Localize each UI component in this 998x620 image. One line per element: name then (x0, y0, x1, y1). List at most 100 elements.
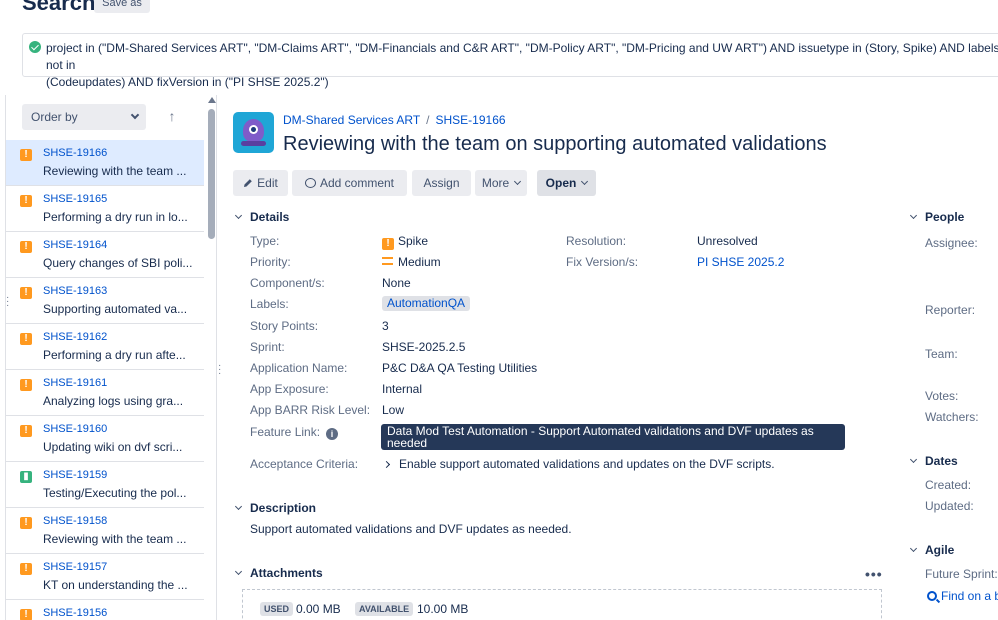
panel-resize-handle-icon[interactable]: · · · (218, 361, 222, 379)
issue-key-link[interactable]: SHSE-19156 (43, 607, 107, 619)
description-section-toggle[interactable]: Description (234, 501, 316, 515)
assignee-label: Assignee: (925, 236, 978, 250)
type-label: Type: (250, 234, 280, 248)
list-item[interactable]: ▮ SHSE-19159 Testing/Executing the pol..… (6, 462, 204, 508)
issue-key-link[interactable]: SHSE-19159 (43, 469, 107, 481)
list-item[interactable]: ! SHSE-19165 Performing a dry run in lo.… (6, 186, 204, 232)
feature-link-label: Feature Link: i (250, 425, 339, 440)
info-icon[interactable]: i (326, 428, 339, 440)
issue-list: ! SHSE-19166 Reviewing with the team ...… (6, 140, 204, 620)
created-label: Created: (925, 478, 972, 492)
list-item[interactable]: ! SHSE-19163 Supporting automated va... (6, 278, 204, 324)
priority-label: Priority: (250, 255, 291, 269)
pencil-icon (244, 179, 252, 187)
issue-key-link[interactable]: SHSE-19162 (43, 331, 107, 343)
priority-medium-icon (382, 257, 393, 265)
find-on-board-link[interactable]: Find on a b (927, 589, 998, 603)
issue-key-link[interactable]: SHSE-19164 (43, 239, 107, 251)
app-exposure-value: Internal (382, 382, 423, 396)
barr-risk-label: App BARR Risk Level: (250, 403, 371, 417)
issue-summary: Testing/Executing the pol... (43, 486, 187, 500)
order-by-label: Order by (31, 110, 78, 124)
sprint-label: Sprint: (250, 340, 285, 354)
breadcrumb-issue-key-link[interactable]: SHSE-19166 (436, 113, 506, 127)
issue-summary: Performing a dry run in lo... (43, 210, 188, 224)
chevron-down-icon (234, 567, 243, 576)
used-value: 0.00 MB (296, 602, 341, 616)
more-options-icon[interactable]: ••• (865, 566, 883, 582)
jql-query-box[interactable]: project in ("DM-Shared Services ART", "D… (22, 33, 998, 89)
order-by-dropdown[interactable]: Order by (22, 104, 146, 130)
list-item[interactable]: ! SHSE-19164 Query changes of SBI poli..… (6, 232, 204, 278)
list-item[interactable]: ! SHSE-19162 Performing a dry run afte..… (6, 324, 204, 370)
page-title: Search (22, 0, 96, 15)
description-text[interactable]: Support automated validations and DVF up… (250, 522, 572, 536)
status-open-button[interactable]: Open (537, 170, 596, 196)
list-item[interactable]: ! SHSE-19160 Updating wiki on dvf scri..… (6, 416, 204, 462)
search-icon (927, 591, 937, 601)
fix-version-link[interactable]: PI SHSE 2025.2 (697, 255, 784, 269)
spike-icon: ! (20, 333, 32, 345)
updated-label: Updated: (925, 499, 974, 513)
issue-summary: KT on understanding the ... (43, 578, 188, 592)
spike-icon: ! (20, 149, 32, 161)
spike-icon: ! (20, 287, 32, 299)
sprint-value: SHSE-2025.2.5 (382, 340, 466, 354)
people-section-toggle[interactable]: People (909, 210, 964, 224)
dates-section-toggle[interactable]: Dates (909, 454, 958, 468)
chevron-right-icon[interactable] (382, 460, 391, 469)
issue-key-link[interactable]: SHSE-19165 (43, 193, 107, 205)
project-avatar[interactable] (233, 112, 274, 153)
issue-key-link[interactable]: SHSE-19161 (43, 377, 107, 389)
barr-risk-value: Low (382, 403, 405, 417)
chevron-down-icon (514, 177, 522, 186)
spike-icon: ! (20, 425, 32, 437)
more-menu-button[interactable]: More (475, 170, 527, 196)
attachments-section-toggle[interactable]: Attachments (234, 566, 323, 580)
spike-icon: ! (20, 379, 32, 391)
issue-key-link[interactable]: SHSE-19163 (43, 285, 107, 297)
issue-summary: Query changes of SBI poli... (43, 256, 193, 270)
panel-resize-handle-icon[interactable]: · · · (6, 293, 10, 311)
breadcrumb-project-link[interactable]: DM-Shared Services ART (283, 113, 420, 127)
future-sprint-label: Future Sprint: (925, 567, 998, 581)
list-item[interactable]: ! SHSE-19161 Analyzing logs using gra... (6, 370, 204, 416)
watchers-label: Watchers: (925, 410, 979, 424)
available-value: 10.00 MB (417, 602, 469, 616)
chevron-down-icon (909, 544, 918, 553)
edit-button[interactable]: Edit (233, 170, 288, 196)
jql-query-text[interactable]: project in ("DM-Shared Services ART", "D… (46, 40, 998, 91)
save-as-button[interactable]: Save as (94, 0, 150, 13)
list-item[interactable]: ! SHSE-19166 Reviewing with the team ... (6, 140, 204, 186)
list-item[interactable]: ! SHSE-19157 KT on understanding the ... (6, 554, 204, 600)
scroll-thumb[interactable] (208, 109, 215, 239)
issue-key-link[interactable]: SHSE-19166 (43, 147, 107, 159)
available-badge: AVAILABLE (355, 602, 414, 616)
issue-key-link[interactable]: SHSE-19160 (43, 423, 107, 435)
issue-key-link[interactable]: SHSE-19158 (43, 515, 107, 527)
spike-icon: ! (20, 609, 32, 620)
list-scrollbar[interactable] (206, 95, 218, 620)
issue-key-link[interactable]: SHSE-19157 (43, 561, 107, 573)
feature-link-pill[interactable]: Data Mod Test Automation - Support Autom… (381, 424, 845, 450)
scroll-up-icon[interactable] (208, 97, 216, 103)
acceptance-criteria-value[interactable]: Enable support automated validations and… (382, 457, 775, 471)
assign-button[interactable]: Assign (412, 170, 471, 196)
sort-direction-arrow-icon[interactable]: ↑ (166, 108, 178, 124)
add-comment-button[interactable]: Add comment (292, 170, 407, 196)
spike-icon: ! (20, 517, 32, 529)
agile-section-toggle[interactable]: Agile (909, 543, 954, 557)
priority-value: Medium (382, 255, 441, 269)
fix-version-label: Fix Version/s: (566, 255, 639, 269)
story-icon: ▮ (20, 471, 32, 483)
components-value: None (382, 276, 411, 290)
issue-title: Reviewing with the team on supporting au… (283, 133, 827, 155)
label-chip[interactable]: AutomationQA (382, 296, 471, 311)
list-item[interactable]: ! SHSE-19156 (6, 600, 204, 620)
labels-label: Labels: (250, 297, 289, 311)
team-label: Team: (925, 347, 958, 361)
details-section-toggle[interactable]: Details (234, 210, 289, 224)
spike-icon: ! (20, 241, 32, 253)
list-item[interactable]: ! SHSE-19158 Reviewing with the team ... (6, 508, 204, 554)
issue-summary: Analyzing logs using gra... (43, 394, 184, 408)
